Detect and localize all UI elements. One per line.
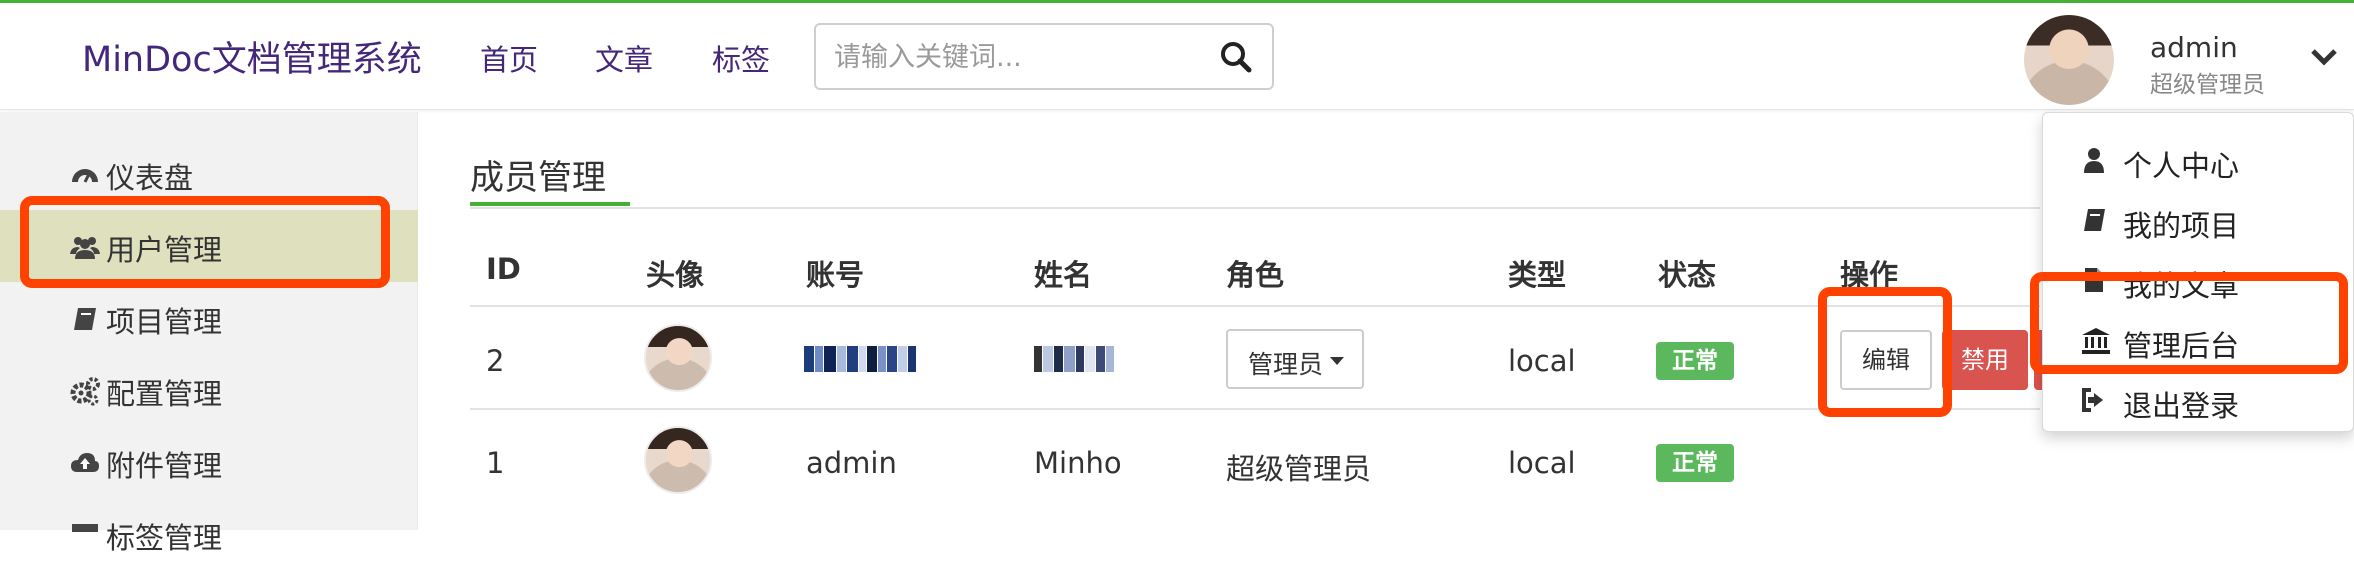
redacted-name	[1034, 346, 1115, 372]
column-header-avatar: 头像	[646, 258, 705, 292]
nav-home[interactable]: 首页	[480, 37, 538, 79]
menu-item-profile[interactable]: 个人中心	[2043, 131, 2354, 189]
cogs-icon	[70, 376, 100, 406]
tag-icon	[70, 520, 100, 550]
sidebar-item-label: 配置管理	[106, 377, 223, 411]
menu-item-my-projects[interactable]: 我的项目	[2043, 191, 2354, 249]
user-role: 超级管理员	[2150, 72, 2265, 98]
user-avatar[interactable]	[2024, 15, 2114, 105]
page-title: 成员管理	[470, 158, 606, 198]
cell-id: 1	[486, 446, 505, 480]
cell-type: local	[1508, 446, 1576, 480]
sidebar-item-label: 标签管理	[106, 521, 223, 555]
ban-button[interactable]: 禁用	[1942, 330, 2028, 390]
avatar	[644, 324, 712, 392]
sidebar-item-label: 仪表盘	[106, 161, 194, 195]
table-header-divider	[470, 305, 2040, 307]
menu-item-label: 我的项目	[2123, 209, 2240, 243]
search-box	[814, 23, 1274, 90]
highlight-box-admin	[2030, 272, 2348, 374]
nav-tags[interactable]: 标签	[712, 37, 770, 79]
sidebar-item-config[interactable]: 配置管理	[0, 354, 418, 426]
cell-role: 超级管理员	[1226, 452, 1372, 486]
search-icon[interactable]	[1218, 39, 1254, 75]
user-name[interactable]: admin	[2150, 31, 2238, 64]
column-header-id: ID	[486, 252, 521, 286]
column-header-name: 姓名	[1034, 258, 1093, 292]
highlight-box-users	[20, 196, 390, 288]
cell-account: admin	[806, 446, 897, 480]
nav-articles[interactable]: 文章	[595, 37, 653, 79]
cloud-upload-icon	[70, 448, 100, 478]
sidebar-item-label: 项目管理	[106, 305, 223, 339]
redacted-account	[804, 346, 917, 372]
dashboard-icon	[70, 160, 100, 190]
user-icon	[2081, 147, 2107, 173]
column-header-role: 角色	[1226, 258, 1285, 292]
book-icon	[70, 304, 100, 334]
sign-out-icon	[2081, 387, 2107, 413]
menu-item-label: 退出登录	[2123, 389, 2240, 423]
sidebar-item-attachments[interactable]: 附件管理	[0, 426, 418, 498]
cell-name: Minho	[1034, 446, 1122, 480]
status-badge: 正常	[1656, 444, 1734, 482]
role-dropdown[interactable]: 管理员	[1226, 329, 1364, 389]
sidebar-item-label: 附件管理	[106, 449, 223, 483]
book-icon	[2081, 207, 2107, 233]
avatar	[644, 426, 712, 494]
title-divider	[470, 207, 2040, 209]
sidebar-item-tags[interactable]: 标签管理	[0, 498, 418, 570]
column-header-account: 账号	[806, 258, 865, 292]
sidebar: 仪表盘 用户管理 项目管理 配置管理 附件管理 标签管理	[0, 112, 418, 555]
chevron-down-icon[interactable]	[2310, 47, 2338, 67]
top-header: MinDoc文档管理系统 首页 文章 标签 admin 超级管理员	[0, 0, 2354, 110]
menu-item-logout[interactable]: 退出登录	[2043, 371, 2354, 429]
title-underline	[470, 202, 630, 206]
cell-id: 2	[486, 344, 505, 378]
role-dropdown-value: 管理员	[1248, 350, 1324, 379]
cell-type: local	[1508, 344, 1576, 378]
sidebar-item-projects[interactable]: 项目管理	[0, 282, 418, 354]
menu-item-label: 个人中心	[2123, 149, 2240, 183]
row-divider	[470, 408, 2040, 410]
brand-logo-text[interactable]: MinDoc文档管理系统	[82, 31, 422, 82]
column-header-status: 状态	[1658, 258, 1717, 292]
column-header-type: 类型	[1508, 258, 1567, 292]
caret-down-icon	[1330, 357, 1344, 365]
search-input[interactable]	[834, 39, 1194, 75]
highlight-box-edit	[1818, 287, 1952, 417]
status-badge: 正常	[1656, 342, 1734, 380]
